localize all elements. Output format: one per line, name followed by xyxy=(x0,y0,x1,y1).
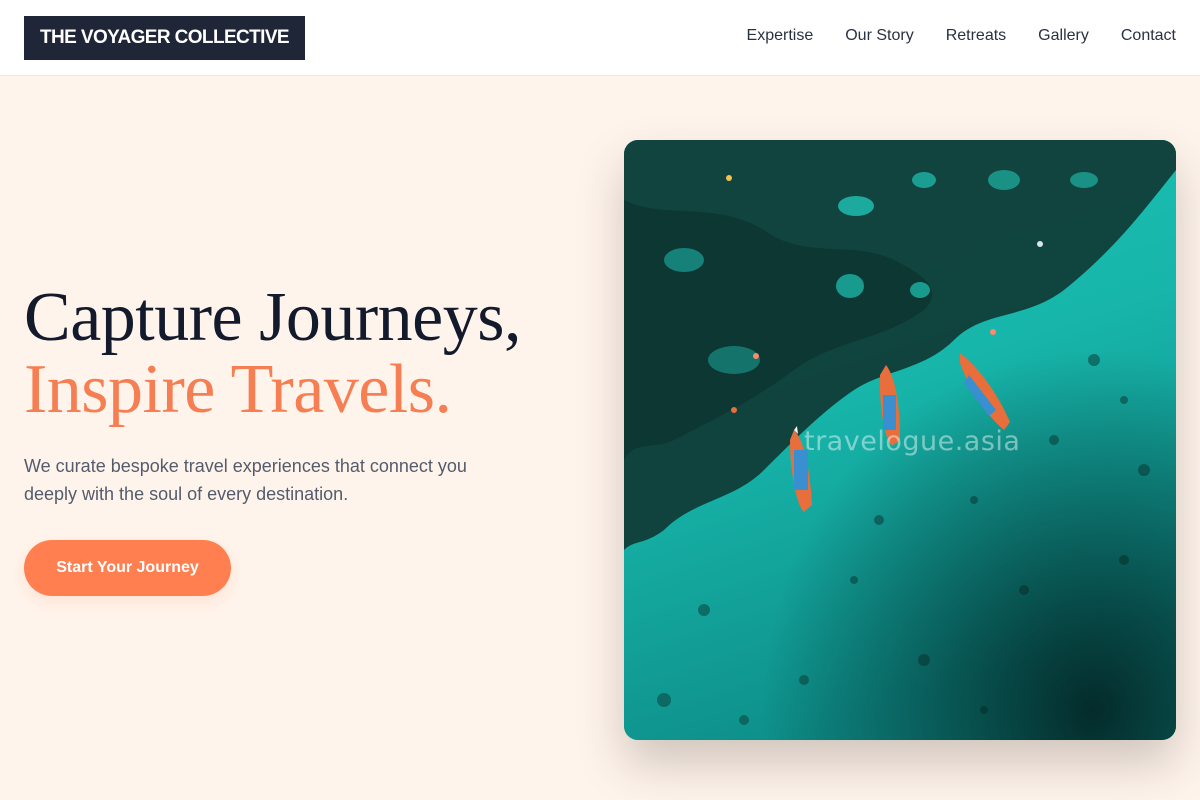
brand-logo[interactable]: THE VOYAGER COLLECTIVE xyxy=(24,16,305,60)
site-header: THE VOYAGER COLLECTIVE Expertise Our Sto… xyxy=(0,0,1200,76)
main-nav: Expertise Our Story Retreats Gallery Con… xyxy=(747,0,1176,72)
nav-link-our-story[interactable]: Our Story xyxy=(845,27,913,45)
nav-link-expertise[interactable]: Expertise xyxy=(747,27,814,45)
nav-link-retreats[interactable]: Retreats xyxy=(946,27,1006,45)
image-watermark: travelogue.asia xyxy=(804,426,1021,457)
hero-title-line2: Inspire Travels. xyxy=(24,351,452,428)
start-journey-button[interactable]: Start Your Journey xyxy=(24,540,231,596)
hero-title: Capture Journeys, Inspire Travels. xyxy=(24,282,604,426)
hero-description: We curate bespoke travel experiences tha… xyxy=(24,456,467,504)
nav-link-gallery[interactable]: Gallery xyxy=(1038,27,1089,45)
hero-image: travelogue.asia xyxy=(624,140,1176,740)
hero-title-line1: Capture Journeys, xyxy=(24,279,521,356)
nav-link-contact[interactable]: Contact xyxy=(1121,27,1176,45)
